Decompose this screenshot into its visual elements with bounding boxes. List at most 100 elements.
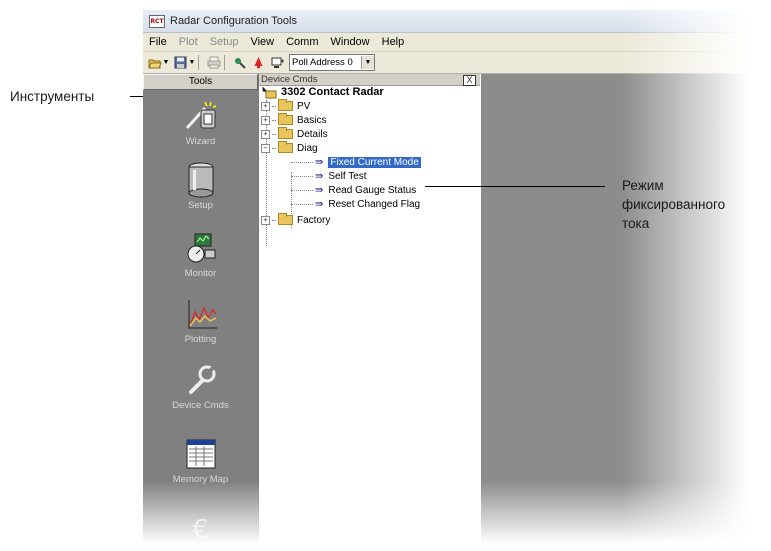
tree-connector	[291, 189, 313, 191]
poll-address-select[interactable]: Poll Address 0 ▼	[289, 54, 375, 71]
expand-icon[interactable]: +	[261, 115, 270, 125]
device-cmds-title: Device Cmds	[261, 74, 318, 85]
tree-folder-label: Details	[297, 128, 328, 140]
callout-line-2: фиксированного	[622, 197, 726, 212]
tree-folder-factory[interactable]: + Factory	[261, 213, 331, 226]
dropdown-arrow-icon[interactable]: ▼	[189, 55, 196, 70]
expand-icon[interactable]: +	[261, 101, 270, 111]
alarm-icon[interactable]	[251, 55, 266, 70]
folder-icon	[278, 99, 293, 111]
open-icon[interactable]	[147, 55, 162, 70]
callout-line-3: тока	[622, 216, 650, 231]
title-bar: RCT Radar Configuration Tools	[143, 10, 771, 33]
tree-root-label: 3302 Contact Radar	[281, 86, 384, 98]
tool-memory-map-label: Memory Map	[172, 474, 229, 485]
folder-icon	[278, 213, 293, 225]
tree-connector	[291, 175, 313, 177]
device-cmds-header: Device Cmds X	[259, 74, 480, 86]
tree-connector	[272, 119, 276, 121]
tree-root[interactable]: 3302 Contact Radar	[261, 86, 384, 98]
folder-icon	[278, 127, 293, 139]
tool-wizard-label: Wizard	[185, 136, 216, 147]
print-icon[interactable]	[206, 55, 221, 70]
tool-monitor[interactable]: Monitor	[143, 228, 258, 279]
tree-cmd-read-gauge-status[interactable]: ⇛ Read Gauge Status	[291, 184, 416, 196]
toolbar-separator	[198, 55, 199, 70]
euro-icon: €	[192, 515, 209, 545]
poll-address-value: Poll Address 0	[292, 57, 353, 68]
callout-fixed-current-line	[425, 186, 605, 187]
tree-connector	[272, 105, 276, 107]
tree-folder-label: PV	[297, 100, 311, 112]
tree-cmd-label: Self Test	[328, 170, 367, 182]
tree-folder-label: Diag	[297, 142, 318, 154]
tree-folder-pv[interactable]: + PV	[261, 99, 311, 112]
tree-folder-label: Basics	[297, 114, 327, 126]
menu-view[interactable]: View	[244, 36, 280, 48]
save-icon[interactable]	[173, 55, 188, 70]
tree-connector	[272, 219, 276, 221]
close-icon[interactable]: X	[463, 75, 476, 86]
command-arrow-icon: ⇛	[315, 198, 324, 210]
tree-connector	[272, 133, 276, 135]
menu-bar: File Plot Setup View Comm Window Help	[143, 33, 771, 51]
memory-map-icon	[181, 434, 221, 474]
tool-plotting[interactable]: Plotting	[143, 294, 258, 345]
tree-cmd-label: Read Gauge Status	[328, 184, 417, 196]
tree-folder-diag[interactable]: − Diag	[261, 141, 318, 154]
tree-connector	[272, 147, 276, 149]
command-arrow-icon: ⇛	[315, 184, 324, 196]
tools-panel: Tools Wizard Setup Monitor Plotting Devi…	[143, 74, 258, 551]
tree-folder-label: Factory	[297, 214, 331, 226]
menu-file[interactable]: File	[143, 36, 173, 48]
app-icon: RCT	[149, 14, 165, 28]
toolbar-separator	[224, 55, 225, 70]
device-cmds-icon	[181, 360, 221, 400]
tool-plotting-label: Plotting	[184, 334, 217, 345]
plotting-icon	[181, 294, 221, 334]
tool-setup[interactable]: Setup	[143, 160, 258, 211]
window-title: Radar Configuration Tools	[170, 15, 297, 27]
expand-icon[interactable]: +	[261, 215, 270, 225]
callout-fixed-current-label: Режим фиксированного тока	[622, 176, 725, 233]
menu-plot[interactable]: Plot	[173, 36, 204, 48]
folder-icon	[278, 141, 293, 153]
app-window: RCT Radar Configuration Tools File Plot …	[143, 10, 771, 551]
tree-cmd-self-test[interactable]: ⇛ Self Test	[291, 170, 367, 182]
callout-line-1: Режим	[622, 178, 664, 193]
toolbar: ▼ ▼ Poll Address 0 ▼	[143, 52, 771, 74]
dropdown-arrow-icon[interactable]: ▼	[163, 55, 170, 70]
tree-cmd-reset-changed-flag[interactable]: ⇛ Reset Changed Flag	[291, 198, 420, 210]
poll-icon[interactable]	[270, 55, 285, 70]
tree-connector	[291, 161, 313, 163]
tree-connector	[291, 203, 313, 205]
tree-cmd-label-selected: Fixed Current Mode	[328, 156, 421, 168]
menu-comm[interactable]: Comm	[280, 36, 324, 48]
tool-memory-map[interactable]: Memory Map	[143, 434, 258, 485]
expand-icon[interactable]: +	[261, 129, 270, 139]
command-arrow-icon: ⇛	[315, 170, 324, 182]
menu-setup[interactable]: Setup	[204, 36, 245, 48]
monitor-icon	[181, 228, 221, 268]
setup-icon	[181, 160, 221, 200]
menu-help[interactable]: Help	[376, 36, 411, 48]
workspace-area	[481, 74, 771, 551]
wizard-icon	[181, 96, 221, 136]
tool-wizard[interactable]: Wizard	[143, 96, 258, 147]
menu-window[interactable]: Window	[325, 36, 376, 48]
collapse-icon[interactable]: −	[261, 143, 270, 153]
tree-folder-details[interactable]: + Details	[261, 127, 328, 140]
tree-cmd-fixed-current-mode[interactable]: ⇛ Fixed Current Mode	[291, 156, 421, 168]
tools-header: Tools	[143, 74, 258, 90]
tool-next[interactable]: €	[143, 510, 258, 550]
tool-device-cmds-label: Device Cmds	[172, 400, 229, 411]
tool-monitor-label: Monitor	[184, 268, 217, 279]
hart-icon[interactable]	[232, 55, 247, 70]
tree-folder-basics[interactable]: + Basics	[261, 113, 327, 126]
chevron-down-icon[interactable]: ▼	[361, 56, 374, 69]
callout-tools-label: Инструменты	[10, 89, 95, 104]
device-cmds-panel: Device Cmds X 3302 Contact Radar + PV +	[258, 74, 482, 551]
root-device-icon	[261, 86, 277, 98]
tool-device-cmds[interactable]: Device Cmds	[143, 360, 258, 411]
tree-cmd-label: Reset Changed Flag	[328, 198, 421, 210]
